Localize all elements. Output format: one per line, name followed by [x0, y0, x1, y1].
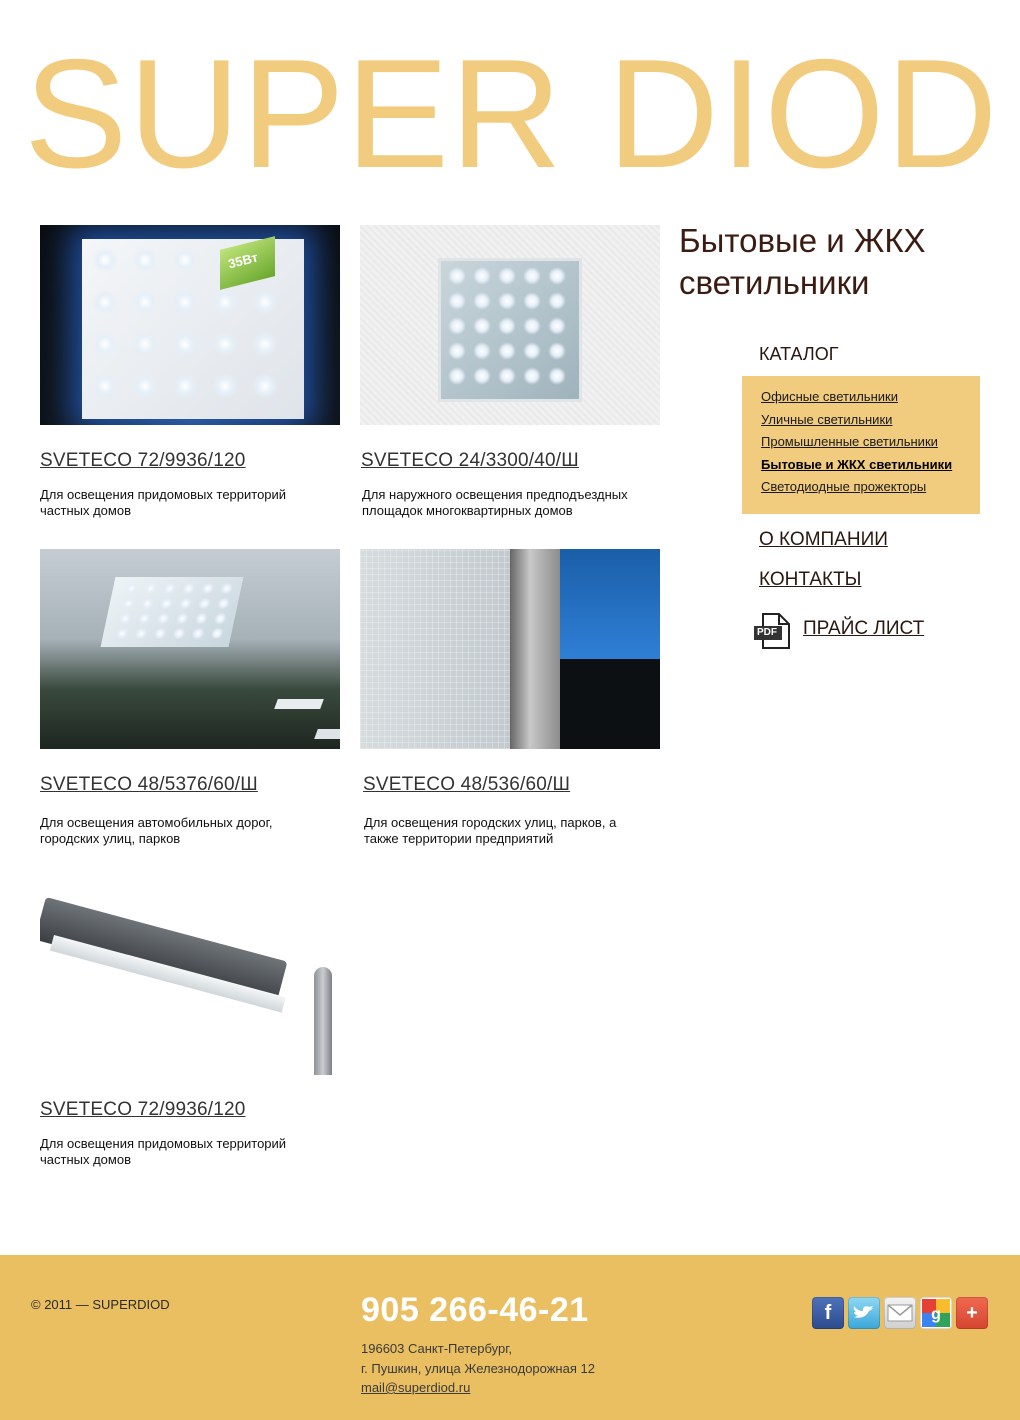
product-desc-5: Для освещения придомовых территорий част… — [40, 1136, 287, 1167]
product-card-2: SVETECO 24/3300/40/Ш Для наружного освещ… — [360, 225, 660, 518]
catalog-label[interactable]: КАТАЛОГ — [759, 344, 838, 365]
phone-number: 905 266-46-21 — [361, 1291, 589, 1329]
address-line-2: г. Пушкин, улица Железнодорожная 12 — [361, 1361, 595, 1376]
product-desc-1: Для освещения придомовых территорий част… — [40, 487, 287, 518]
footer: © 2011 — SUPERDIOD 905 266-46-21 196603 … — [0, 1255, 1020, 1420]
pdf-icon-label: PDF — [757, 627, 777, 638]
email-icon[interactable] — [884, 1297, 916, 1329]
pdf-icon[interactable]: PDF — [753, 612, 791, 650]
nav-contacts[interactable]: КОНТАКТЫ — [759, 569, 862, 591]
email-link[interactable]: mail@superdiod.ru — [361, 1380, 470, 1395]
catalog-item-street[interactable]: Уличные светильники — [761, 412, 892, 427]
site-logo[interactable]: SUPER DIOD — [24, 36, 999, 191]
page-title: Бытовые и ЖКХ светильники — [679, 222, 926, 301]
facebook-icon[interactable]: f — [812, 1297, 844, 1329]
nav-about[interactable]: О КОМПАНИИ — [759, 529, 888, 551]
product-title-2[interactable]: SVETECO 24/3300/40/Ш — [361, 450, 579, 472]
product-card-4: SVETECO 48/536/60/Ш Для освещения городс… — [360, 549, 660, 846]
product-desc-4: Для освещения городских улиц, парков, а … — [364, 815, 617, 846]
product-title-1[interactable]: SVETECO 72/9936/120 — [40, 450, 246, 472]
copyright: © 2011 — SUPERDIOD — [31, 1297, 170, 1312]
address-line-1: 196603 Санкт-Петербург, — [361, 1341, 512, 1356]
product-image-2[interactable] — [360, 225, 660, 425]
share-plus-icon[interactable]: + — [956, 1297, 988, 1329]
catalog-menu: Офисные светильники Уличные светильники … — [742, 376, 980, 514]
google-plus-icon[interactable]: g — [920, 1297, 952, 1329]
product-desc-2: Для наружного освещения предподъездных п… — [362, 487, 628, 518]
product-image-1[interactable]: 35Вт — [40, 225, 340, 425]
catalog-item-office[interactable]: Офисные светильники — [761, 389, 898, 404]
product-desc-3: Для освещения автомобильных дорог, город… — [40, 815, 273, 846]
price-list-link[interactable]: ПРАЙС ЛИСТ — [803, 618, 924, 640]
twitter-icon[interactable] — [848, 1297, 880, 1329]
product-title-3[interactable]: SVETECO 48/5376/60/Ш — [40, 774, 258, 796]
catalog-item-floodlights[interactable]: Светодиодные прожекторы — [761, 479, 926, 494]
product-image-3[interactable] — [40, 549, 340, 749]
product-card-3: SVETECO 48/5376/60/Ш Для освещения автом… — [40, 549, 340, 846]
catalog-item-household[interactable]: Бытовые и ЖКХ светильники — [761, 457, 952, 472]
svg-text:g: g — [931, 1306, 941, 1323]
product-card-5: SVETECO 72/9936/120 Для освещения придом… — [40, 875, 340, 1167]
product-title-5[interactable]: SVETECO 72/9936/120 — [40, 1099, 246, 1121]
product-title-4[interactable]: SVETECO 48/536/60/Ш — [363, 774, 570, 796]
product-image-4[interactable] — [360, 549, 660, 749]
product-card-1: 35Вт SVETECO 72/9936/120 Для освещения п… — [40, 225, 340, 518]
catalog-item-industrial[interactable]: Промышленные светильники — [761, 434, 938, 449]
product-image-5[interactable] — [40, 875, 340, 1075]
